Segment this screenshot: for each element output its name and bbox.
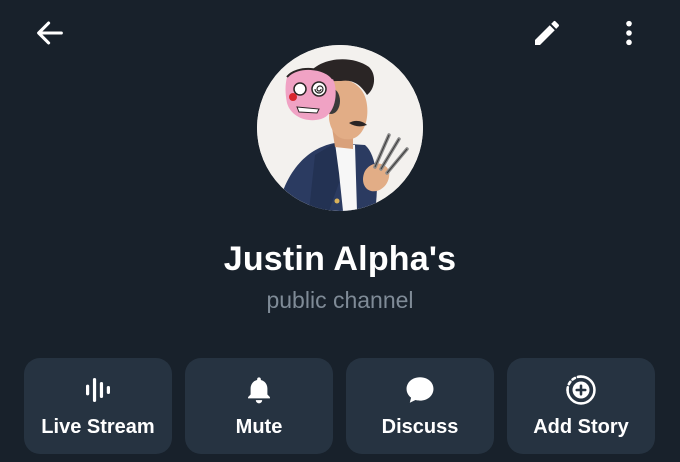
channel-type: public channel: [266, 287, 414, 313]
add-story-label: Add Story: [533, 416, 629, 438]
action-buttons: Live Stream Mute Discuss Add Story: [24, 358, 656, 454]
add-story-icon: [507, 372, 655, 408]
live-stream-icon: [24, 372, 172, 408]
more-options-button[interactable]: [605, 9, 653, 57]
mute-button[interactable]: Mute: [185, 358, 333, 454]
live-stream-label: Live Stream: [41, 416, 155, 438]
live-stream-button[interactable]: Live Stream: [24, 358, 172, 454]
bell-icon: [185, 372, 333, 408]
more-vertical-icon: [626, 20, 632, 46]
pencil-icon: [535, 20, 560, 45]
back-button[interactable]: [26, 9, 74, 57]
discuss-button[interactable]: Discuss: [346, 358, 494, 454]
discuss-label: Discuss: [381, 416, 459, 438]
channel-name: Justin Alpha's: [223, 240, 457, 278]
arrow-left-icon: [37, 21, 63, 45]
chat-bubble-icon: [346, 372, 494, 408]
add-story-button[interactable]: Add Story: [507, 358, 655, 454]
edit-button[interactable]: [523, 9, 571, 57]
channel-avatar[interactable]: [257, 45, 423, 211]
mute-label: Mute: [235, 416, 283, 438]
avatar-illustration: [257, 45, 423, 211]
